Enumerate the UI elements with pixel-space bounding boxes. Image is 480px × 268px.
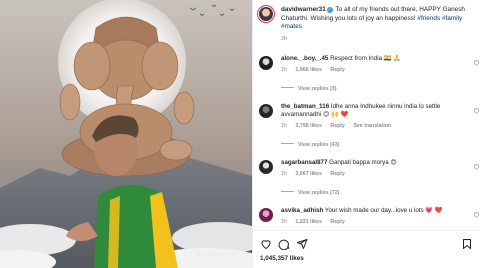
share-icon[interactable] bbox=[296, 238, 308, 250]
reply-button[interactable]: Reply bbox=[330, 67, 344, 73]
reply-button[interactable]: Reply bbox=[330, 219, 344, 225]
post-image-art bbox=[0, 0, 252, 268]
post-actions-bar: 1,045,357 likes bbox=[253, 230, 480, 268]
comment-text: Your wish made our day...love u lots 💗 ❤… bbox=[324, 207, 443, 214]
photo-watermark-tag: @umarlearnedit bbox=[196, 252, 237, 258]
comment-username[interactable]: sagarbansal877 bbox=[281, 159, 327, 166]
avatar[interactable] bbox=[259, 160, 273, 174]
heart-icon[interactable] bbox=[473, 163, 480, 170]
comment-time: 2h bbox=[281, 123, 287, 130]
bookmark-icon[interactable] bbox=[461, 238, 473, 250]
caption-username[interactable]: davidwarner31 bbox=[281, 6, 326, 13]
heart-icon[interactable] bbox=[473, 59, 480, 66]
comment-username[interactable]: asvika_adhish bbox=[281, 207, 323, 214]
comment-username[interactable]: alone._.boy._.45 bbox=[281, 55, 328, 62]
caption-time: 2h bbox=[281, 35, 288, 42]
reply-button[interactable]: Reply bbox=[330, 171, 344, 177]
comment-time: 2h bbox=[281, 171, 287, 178]
comments-panel: davidwarner31 ✓ To all of my friends out … bbox=[252, 0, 480, 268]
comment-text: Respect from India 🇮🇳 🙏 bbox=[330, 55, 401, 62]
post-likes-count[interactable]: 1,045,357 likes bbox=[260, 255, 304, 262]
comment-likes[interactable]: 1,966 likes bbox=[295, 67, 322, 73]
comment-time: 2h bbox=[281, 219, 287, 226]
avatar[interactable] bbox=[259, 56, 273, 70]
comment-text: Ganpati bappa morya 😍 bbox=[329, 159, 397, 166]
view-replies-button[interactable]: View replies (72) bbox=[281, 190, 339, 196]
post-photo[interactable]: @umarlearnedit bbox=[0, 0, 252, 268]
view-replies-button[interactable]: View replies (43) bbox=[281, 142, 339, 148]
reply-button[interactable]: Reply bbox=[330, 123, 344, 129]
comment-time: 2h bbox=[281, 67, 287, 74]
heart-icon[interactable] bbox=[473, 211, 480, 218]
comment-username[interactable]: the_batman_116 bbox=[281, 103, 329, 110]
heart-icon[interactable] bbox=[260, 238, 272, 250]
comment-icon[interactable] bbox=[278, 238, 290, 250]
verified-icon: ✓ bbox=[326, 7, 333, 13]
avatar[interactable] bbox=[259, 208, 273, 222]
see-translation-button[interactable]: See translation bbox=[353, 123, 391, 129]
comment-likes[interactable]: 3,067 likes bbox=[295, 171, 322, 177]
view-replies-button[interactable]: View replies (3) bbox=[281, 86, 336, 92]
heart-icon[interactable] bbox=[473, 107, 480, 114]
avatar[interactable] bbox=[259, 104, 273, 118]
comment-likes[interactable]: 3,795 likes bbox=[295, 123, 322, 129]
comment-likes[interactable]: 1,231 likes bbox=[295, 219, 322, 225]
avatar[interactable] bbox=[259, 7, 273, 21]
